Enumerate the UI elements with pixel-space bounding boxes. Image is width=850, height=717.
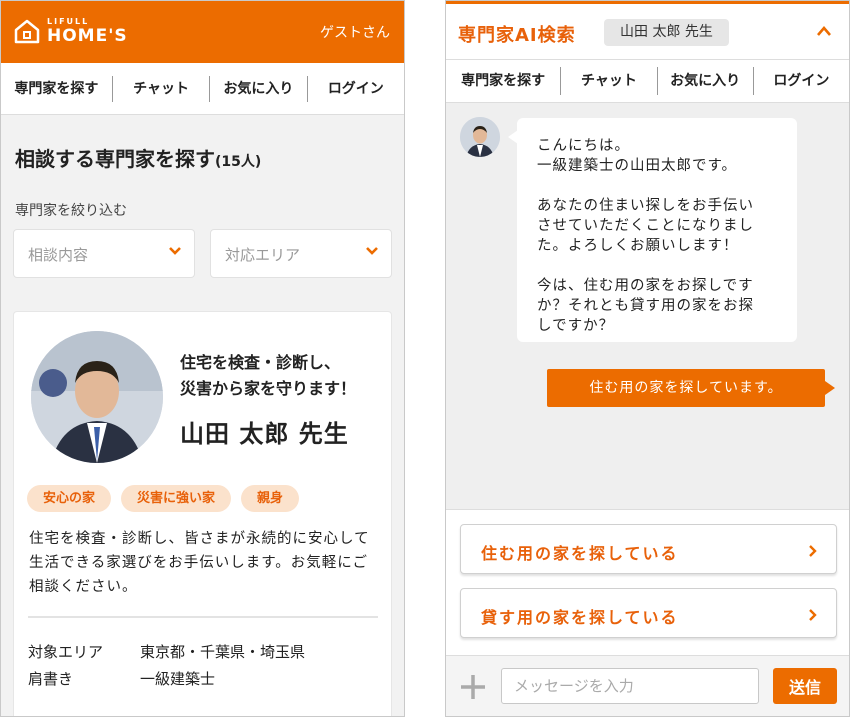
area-dropdown[interactable]: 対応エリア	[210, 229, 392, 278]
message-line: しですか？	[537, 318, 615, 334]
expert-photo	[31, 331, 163, 463]
chat-header: 専門家AI検索 山田 太郎 先生	[446, 1, 849, 59]
nav-login[interactable]: ログイン	[306, 75, 404, 102]
chevron-down-icon	[365, 244, 379, 262]
message-line: 今は、住む用の家をお探しです	[537, 278, 754, 294]
area-dropdown-label: 対応エリア	[225, 246, 301, 264]
title-value: 一級建築士	[140, 670, 216, 688]
expert-name: 山田 太郎 先生	[180, 420, 349, 448]
lifull-homes-logo[interactable]: LIFULL HOME'S	[13, 17, 128, 45]
logo-text-big: HOME'S	[47, 25, 128, 46]
send-button[interactable]: 送信	[773, 668, 837, 704]
option-home-to-rent[interactable]: 貸す用の家を探している	[460, 588, 837, 638]
main-nav: 専門家を探す チャット お気に入り ログイン	[446, 59, 849, 103]
expert-count: (15人)	[215, 154, 262, 170]
filter-label: 専門家を絞り込む	[15, 203, 127, 219]
nav-login[interactable]: ログイン	[752, 67, 849, 95]
expert-search-screen: LIFULL HOME'S ゲストさん 専門家を探す チャット お気に入り ログ…	[0, 0, 405, 717]
tag-caring: 親身	[241, 485, 300, 512]
card-divider	[28, 616, 378, 618]
logo-text-small: LIFULL	[47, 16, 90, 26]
expert-card[interactable]: 住宅を検査・診断し、 災害から家を守ります！ 山田 太郎 先生 安心の家 災害に…	[13, 311, 392, 716]
option-label: 住む用の家を探している	[481, 544, 679, 563]
message-line: あなたの住まい探しをお手伝い	[537, 198, 754, 214]
catch-line-1: 住宅を検査・診断し、	[180, 353, 341, 372]
expert-message-bubble: こんにちは。 一級建築士の山田太郎です。 あなたの住まい探しをお手伝い させてい…	[508, 118, 797, 342]
plus-icon[interactable]	[458, 672, 488, 706]
quick-reply-options: 住む用の家を探している 貸す用の家を探している	[446, 509, 849, 655]
chevron-down-icon	[168, 244, 182, 262]
message-line	[537, 256, 777, 276]
option-home-to-live[interactable]: 住む用の家を探している	[460, 524, 837, 574]
app-header: LIFULL HOME'S ゲストさん	[1, 1, 404, 63]
expert-tags: 安心の家 災害に強い家 親身	[27, 485, 300, 512]
message-input[interactable]	[501, 668, 759, 704]
area-value: 東京都・千葉県・埼玉県	[140, 643, 306, 661]
message-line: させていただくことになりまし	[537, 218, 754, 234]
message-line: か？それとも貸す用の家をお探	[537, 298, 754, 314]
chevron-right-icon	[808, 543, 818, 562]
tag-safe-home: 安心の家	[27, 485, 112, 512]
expert-catchphrase: 住宅を検査・診断し、 災害から家を守ります！	[180, 350, 356, 402]
expert-avatar	[460, 117, 500, 157]
message-input-bar: 送信	[446, 655, 849, 716]
nav-chat[interactable]: チャット	[560, 67, 656, 95]
expert-info-table: 対象エリア 東京都・千葉県・埼玉県 肩書き 一級建築士	[28, 639, 305, 693]
chevron-up-icon[interactable]	[815, 23, 833, 42]
expert-chip: 山田 太郎 先生	[604, 19, 729, 46]
user-message-bubble: 住む用の家を探しています。	[547, 369, 835, 407]
topic-dropdown[interactable]: 相談内容	[13, 229, 195, 278]
nav-find-expert[interactable]: 専門家を探す	[446, 67, 560, 95]
chat-panel-title: 専門家AI検索	[458, 25, 576, 46]
expert-description: 住宅を検査・診断し、皆さまが永続的に安心して生活できる家選びをお手伝いします。お…	[29, 531, 370, 595]
message-line: こんにちは。	[537, 138, 630, 154]
option-label: 貸す用の家を探している	[481, 608, 679, 627]
page-title-text: 相談する専門家を探す	[15, 147, 215, 171]
main-nav: 専門家を探す チャット お気に入り ログイン	[1, 63, 404, 115]
house-logo-icon	[13, 17, 41, 45]
page-title: 相談する専門家を探す(15人)	[15, 143, 261, 172]
message-line	[537, 176, 777, 196]
message-line: た。よろしくお願いします！	[537, 238, 739, 254]
nav-favorites[interactable]: お気に入り	[656, 67, 753, 95]
area-label: 対象エリア	[28, 643, 104, 661]
chevron-right-icon	[808, 607, 818, 626]
topic-dropdown-label: 相談内容	[28, 246, 89, 264]
nav-chat[interactable]: チャット	[111, 75, 209, 102]
catch-line-2: 災害から家を守ります！	[180, 379, 357, 398]
nav-favorites[interactable]: お気に入り	[209, 75, 306, 102]
guest-user-label[interactable]: ゲストさん	[320, 22, 390, 42]
title-label: 肩書き	[28, 670, 74, 688]
ai-chat-screen: 専門家AI検索 山田 太郎 先生 専門家を探す チャット お気に入り ログイン …	[445, 0, 850, 717]
message-line: 一級建築士の山田太郎です。	[537, 158, 738, 174]
nav-find-expert[interactable]: 専門家を探す	[1, 76, 112, 102]
tag-disaster-resistant: 災害に強い家	[121, 485, 232, 512]
